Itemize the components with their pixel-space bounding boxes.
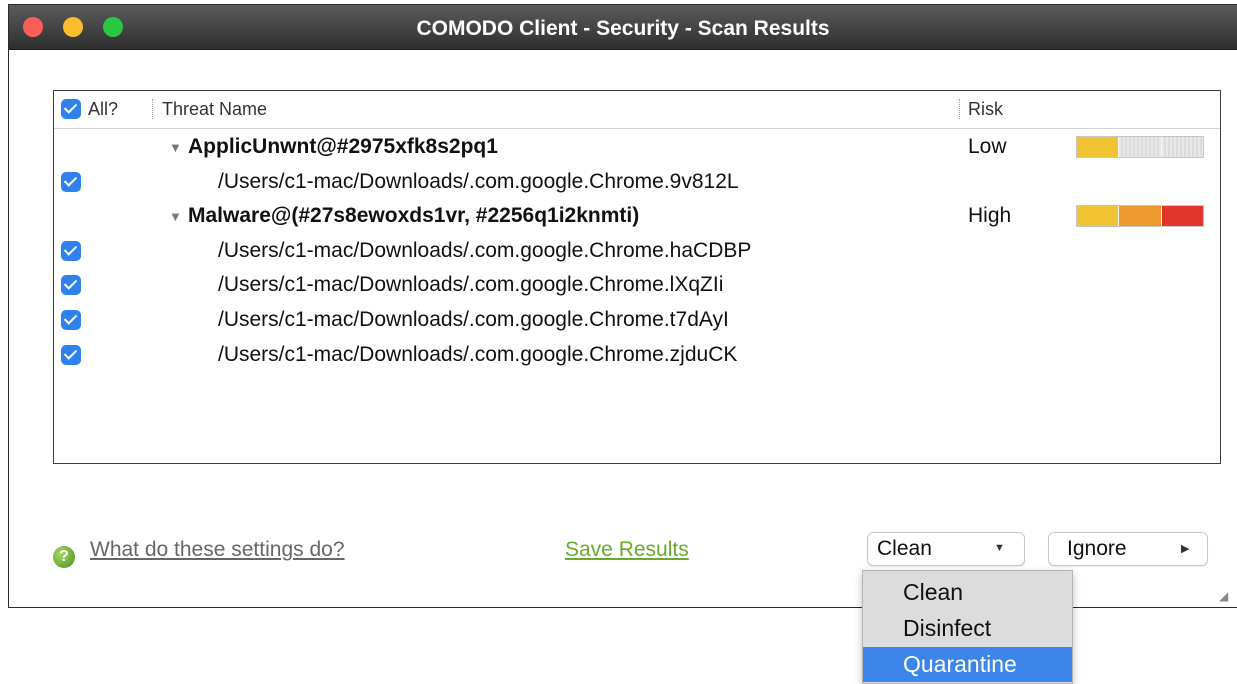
menu-option-clean[interactable]: Clean: [863, 575, 1072, 610]
action-dropdown-menu: Clean Disinfect Quarantine: [862, 570, 1073, 684]
risk-bar-segment: [1077, 137, 1120, 157]
file-path: /Users/c1-mac/Downloads/.com.google.Chro…: [218, 342, 738, 366]
select-all-label: All?: [88, 99, 119, 119]
resize-grip-icon[interactable]: ◢: [1219, 589, 1233, 603]
column-divider[interactable]: [152, 99, 153, 119]
file-checkbox[interactable]: [61, 275, 81, 296]
select-all-checkbox[interactable]: [61, 99, 81, 119]
menu-option-quarantine[interactable]: Quarantine: [863, 647, 1072, 682]
threat-group-row[interactable]: ▼ ApplicUnwnt@#2975xfk8s2pq1 Low: [54, 130, 1220, 164]
threat-name: ApplicUnwnt@#2975xfk8s2pq1: [188, 135, 498, 158]
column-divider[interactable]: [959, 99, 960, 119]
risk-bar-segment: [1119, 137, 1162, 157]
threat-file-row[interactable]: /Users/c1-mac/Downloads/.com.google.Chro…: [54, 165, 1220, 199]
file-path: /Users/c1-mac/Downloads/.com.google.Chro…: [218, 169, 739, 193]
ignore-button[interactable]: Ignore ▶: [1048, 532, 1208, 566]
action-select[interactable]: Clean ▼: [867, 532, 1025, 566]
threat-name-header[interactable]: Threat Name: [162, 99, 267, 120]
risk-bar-segment: [1119, 206, 1162, 227]
ignore-button-label: Ignore: [1067, 537, 1127, 560]
window-content: All? Threat Name Risk ▼ ApplicUnwnt@#2975…: [9, 50, 1237, 607]
title-bar[interactable]: COMODO Client - Security - Scan Results: [9, 5, 1237, 50]
file-checkbox[interactable]: [61, 240, 81, 261]
risk-level-text: Low: [968, 135, 1007, 158]
threat-group-row[interactable]: ▼ Malware@(#27s8ewoxds1vr, #2256q1i2knmti…: [54, 199, 1220, 233]
file-checkbox[interactable]: [61, 171, 81, 192]
action-select-value: Clean: [877, 537, 932, 560]
threats-table: All? Threat Name Risk ▼ ApplicUnwnt@#2975…: [53, 90, 1221, 464]
file-path: /Users/c1-mac/Downloads/.com.google.Chro…: [218, 238, 752, 262]
threat-name: Malware@(#27s8ewoxds1vr, #2256q1i2knmti): [188, 204, 640, 228]
risk-level-text: High: [968, 204, 1012, 228]
chevron-down-icon: ▼: [994, 542, 1005, 554]
threat-file-row[interactable]: /Users/c1-mac/Downloads/.com.google.Chro…: [54, 234, 1220, 268]
risk-bar-segment: [1161, 206, 1203, 227]
disclosure-triangle-icon[interactable]: ▼: [169, 209, 182, 224]
menu-option-disinfect[interactable]: Disinfect: [863, 611, 1072, 646]
risk-bar-segment: [1161, 137, 1203, 157]
window-title: COMODO Client - Security - Scan Results: [416, 17, 830, 40]
risk-level-bar: [1076, 205, 1204, 228]
risk-level-bar: [1076, 136, 1204, 158]
help-link[interactable]: What do these settings do?: [90, 538, 345, 562]
file-path: /Users/c1-mac/Downloads/.com.google.Chro…: [218, 273, 724, 297]
threat-file-row[interactable]: /Users/c1-mac/Downloads/.com.google.Chro…: [54, 338, 1220, 372]
scan-results-window: COMODO Client - Security - Scan Results …: [8, 4, 1237, 608]
file-checkbox[interactable]: [61, 344, 81, 365]
file-path: /Users/c1-mac/Downloads/.com.google.Chro…: [218, 308, 729, 331]
threat-file-row[interactable]: /Users/c1-mac/Downloads/.com.google.Chro…: [54, 303, 1220, 337]
file-checkbox[interactable]: [61, 310, 81, 330]
risk-header[interactable]: Risk: [968, 99, 1003, 120]
save-results-link[interactable]: Save Results: [565, 538, 689, 562]
disclosure-triangle-icon[interactable]: ▼: [169, 140, 182, 155]
help-icon[interactable]: ?: [53, 546, 75, 568]
threat-file-row[interactable]: /Users/c1-mac/Downloads/.com.google.Chro…: [54, 268, 1220, 302]
risk-bar-segment: [1077, 206, 1120, 227]
table-header: All? Threat Name Risk: [54, 91, 1220, 129]
chevron-right-icon: ▶: [1181, 543, 1190, 555]
